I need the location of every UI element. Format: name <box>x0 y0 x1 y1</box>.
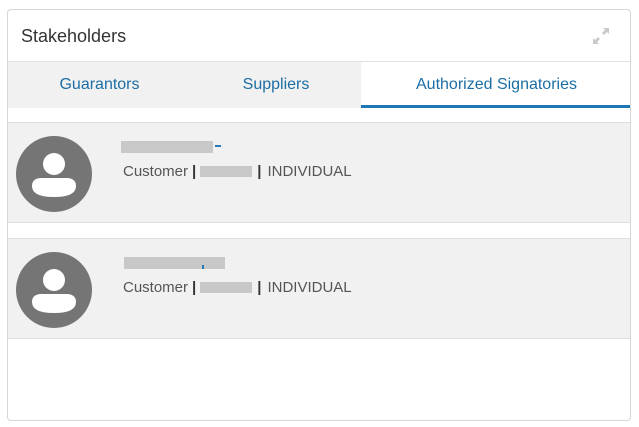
meta-separator: | <box>257 279 262 296</box>
stakeholder-category: INDIVIDUAL <box>267 163 352 180</box>
tab-suppliers-label: Suppliers <box>242 76 310 93</box>
user-avatar-icon <box>16 136 92 212</box>
stakeholder-list: Customer | | INDIVIDUAL Customer | | IND… <box>8 122 630 339</box>
tab-guarantors[interactable]: Guarantors <box>8 62 191 108</box>
stakeholder-type: Customer <box>123 163 189 180</box>
tab-suppliers[interactable]: Suppliers <box>191 62 361 108</box>
tab-authorized-signatories[interactable]: Authorized Signatories <box>361 62 630 108</box>
stakeholder-type: Customer <box>123 279 189 296</box>
expand-icon[interactable] <box>592 27 610 45</box>
redacted-id <box>200 166 253 177</box>
stakeholder-tabs: Guarantors Suppliers Authorized Signator… <box>8 62 630 108</box>
redacted-name <box>121 141 213 153</box>
meta-separator: | <box>192 163 197 180</box>
panel-header: Stakeholders <box>8 10 630 62</box>
meta-separator: | <box>192 279 197 296</box>
stakeholder-card[interactable]: Customer | | INDIVIDUAL <box>8 122 630 223</box>
stakeholder-meta: Customer | | INDIVIDUAL <box>123 163 352 180</box>
user-avatar-icon <box>16 252 92 328</box>
redacted-id <box>200 282 253 293</box>
stakeholders-panel: Stakeholders Guarantors Suppliers Author… <box>7 9 631 421</box>
stakeholder-meta: Customer | | INDIVIDUAL <box>123 279 352 296</box>
stakeholder-category: INDIVIDUAL <box>267 279 352 296</box>
panel-title: Stakeholders <box>21 26 127 46</box>
stakeholder-card[interactable]: Customer | | INDIVIDUAL <box>8 238 630 339</box>
tab-authorized-signatories-label: Authorized Signatories <box>416 76 577 93</box>
meta-separator: | <box>257 163 262 180</box>
redacted-name <box>124 257 225 269</box>
tab-guarantors-label: Guarantors <box>59 76 140 93</box>
stakeholder-name-redacted[interactable] <box>121 141 221 155</box>
stakeholder-name-redacted[interactable] <box>124 257 225 271</box>
name-underline-tick <box>215 145 221 147</box>
name-underline-tick <box>202 265 204 269</box>
